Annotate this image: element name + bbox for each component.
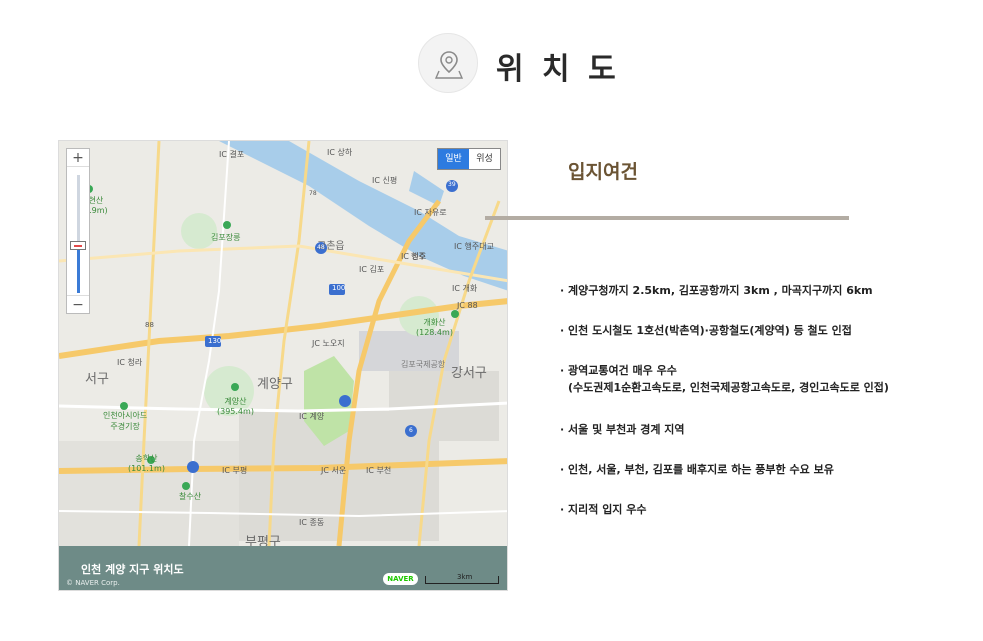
map-footer: 인천 계양 지구 위치도 © NAVER Corp. NAVER 3km [59,546,507,590]
location-conditions-title: 입지여건 [568,161,638,183]
map-scale-label: 3km [457,573,473,581]
map-label-gimpo-airport: 김포국제공항 [401,360,446,369]
location-pin-glyph [434,51,464,79]
zoom-control: + − [66,148,90,314]
gaehwasan-name: 개화산 [423,318,446,327]
map-caption: 인천 계양 지구 위치도 [81,563,184,576]
location-pin-icon [418,33,478,93]
map-label-ic-gaehwa: IC 개화 [452,284,478,293]
map-label-ic-seoun: JC 서운 [321,466,347,475]
road-shield-78: 78 [309,190,317,197]
map-label-ic-sangha: IC 상하 [327,148,353,157]
map-label-ic-gyeolpo: IC 결포 [219,150,245,159]
map-label-gyeyangsan: 계양산 (395.4m) [217,396,254,416]
road-shield-39: 39 [448,181,456,188]
gyeyangsan-name: 계양산 [224,397,247,406]
map-label-haengju: 행주 [411,252,426,261]
zoom-track-fill [77,245,80,293]
map-label-gimpo-jangreung: 김포장릉 [211,233,241,242]
location-map[interactable]: 계양구 서구 강서구 부평구 고촌읍 계양산 (395.4m) 인천아시아드 주… [58,140,508,591]
naver-logo[interactable]: NAVER [383,573,418,585]
feature-item: 서울 및 부천과 경계 지역 [560,421,685,438]
map-type-satellite-button[interactable]: 위성 [469,149,500,169]
feature-item: 지리적 입지 우수 [560,501,647,518]
map-label-jaseongsan: 찰수산 [179,492,202,501]
map-label-ic-bucheon: IC 부천 [366,466,392,475]
map-label-ic-gimpo: IC 김포 [359,265,385,274]
map-label-ic-cheongna: IC 청라 [117,358,143,367]
road-shield-130: 130 [208,337,222,345]
zoom-in-button[interactable]: + [67,149,89,167]
map-label-ic-sinpyeong: IC 신평 [372,176,398,185]
map-label-jc-nodu: JC 노오지 [312,339,345,348]
road-shield-88: 88 [145,321,154,329]
page-title: 위 치 도 [496,52,620,87]
seongdalsan-name: 송학산 [135,454,158,463]
feature-item-line1: 광역교통여건 매우 우수 [568,364,677,377]
section-divider [485,216,849,220]
map-label-ic-bupyeong: IC 부평 [222,466,248,475]
map-base [59,141,507,546]
feature-item: 인천, 서울, 부천, 김포를 배후지로 하는 풍부한 수요 보유 [560,461,834,478]
gaehwasan-height: (128.4m) [416,328,453,337]
map-label-jc-88: JC 88 [457,301,478,310]
road-shield-48: 48 [317,244,325,251]
feature-item: 광역교통여건 매우 우수 (수도권제1순환고속도로, 인천국제공항고속도로, 경… [560,362,889,396]
incheon-asiad-line2: 주경기장 [110,422,140,431]
map-label-seo-gu: 서구 [85,372,109,387]
incheon-asiad-line1: 인천아시아드 [103,411,148,420]
page-header: 위 치 도 [0,0,983,110]
seongdalsan-height: (101.1m) [128,464,165,473]
zoom-slider-handle[interactable] [70,241,86,250]
zoom-out-button[interactable]: − [67,295,89,313]
map-label-ic-haengju: IC 행주대교 [454,242,494,251]
map-label-ic-jayuro: IC 자유로 [414,208,447,217]
map-label-incheon-asiad: 인천아시아드 주경기장 [103,410,147,432]
map-copyright: © NAVER Corp. [66,579,120,587]
map-label-gaehwasan: 개화산 (128.4m) [416,317,453,337]
map-type-normal-button[interactable]: 일반 [438,149,469,169]
map-type-toggle: 일반 위성 [437,148,501,170]
wonsan-name: 현산 [88,196,104,205]
map-label-gangseo-gu: 강서구 [451,366,487,381]
feature-item-line2: (수도권제1순환고속도로, 인천국제공항고속도로, 경인고속도로 인접) [568,381,889,394]
map-label-ic-jongdong: IC 종동 [299,518,325,527]
map-label-gyeyang-gu: 계양구 [257,377,293,392]
map-label-seongdalsan: 송학산 (101.1m) [128,453,165,473]
road-shield-100: 100 [332,284,346,292]
road-shield-6: 6 [409,427,413,434]
feature-item: 인천 도시철도 1호선(박촌역)·공항철도(계양역) 등 철도 인접 [560,322,852,339]
gyeyangsan-height: (395.4m) [217,407,254,416]
map-label-ic-gyeyang: IC 계양 [299,412,325,421]
feature-item: 계양구청까지 2.5km, 김포공항까지 3km , 마곡지구까지 6km [560,282,873,299]
